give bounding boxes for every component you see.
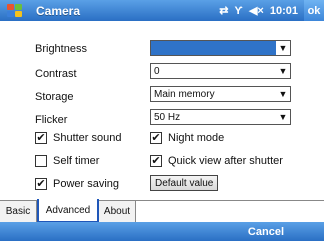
speaker-icon[interactable]: ◀× [249, 4, 264, 17]
flicker-dropdown[interactable]: 50 Hz ▼ [150, 109, 291, 125]
phone-signal-icon[interactable]: Ƴ [234, 5, 242, 17]
quick-view-option[interactable]: ✔ Quick view after shutter [150, 155, 283, 167]
tab-basic[interactable]: Basic [0, 201, 37, 222]
tab-bar: Basic Advanced About [0, 199, 324, 223]
connectivity-icon[interactable]: ⇄ [219, 4, 228, 17]
chevron-down-icon[interactable]: ▼ [276, 64, 290, 78]
self-timer-option[interactable]: Self timer [35, 155, 99, 167]
flicker-value: 50 Hz [154, 111, 181, 123]
night-mode-option[interactable]: ✔ Night mode [150, 132, 224, 144]
clock[interactable]: 10:01 [270, 5, 298, 17]
storage-dropdown[interactable]: Main memory ▼ [150, 86, 291, 102]
shutter-sound-checkbox[interactable]: ✔ [35, 132, 47, 144]
night-mode-checkbox[interactable]: ✔ [150, 132, 162, 144]
self-timer-label: Self timer [53, 155, 100, 167]
brightness-dropdown[interactable]: ▼ [150, 40, 291, 56]
power-saving-label: Power saving [53, 178, 120, 190]
flicker-label: Flicker [35, 114, 68, 126]
storage-label: Storage [35, 91, 74, 103]
quick-view-label: Quick view after shutter [168, 155, 283, 167]
chevron-down-icon[interactable]: ▼ [276, 41, 290, 55]
storage-value: Main memory [154, 88, 215, 100]
contrast-label: Contrast [35, 68, 77, 80]
default-value-button[interactable]: Default value [150, 175, 219, 191]
contrast-dropdown[interactable]: 0 ▼ [150, 63, 291, 79]
chevron-down-icon[interactable]: ▼ [276, 110, 290, 124]
softkey-bar: Cancel [0, 222, 324, 241]
system-tray: ⇄ Ƴ ◀× 10:01 ok [219, 0, 324, 21]
quick-view-checkbox[interactable]: ✔ [150, 155, 162, 167]
power-saving-checkbox[interactable]: ✔ [35, 178, 47, 190]
self-timer-checkbox[interactable] [35, 155, 47, 167]
title-bar: Camera ⇄ Ƴ ◀× 10:01 ok [0, 0, 324, 21]
start-button[interactable] [0, 0, 30, 21]
shutter-sound-label: Shutter sound [53, 132, 122, 144]
ok-button[interactable]: ok [304, 0, 324, 21]
windows-logo-icon [7, 3, 23, 18]
power-saving-option[interactable]: ✔ Power saving [35, 178, 119, 190]
night-mode-label: Night mode [168, 132, 225, 144]
tab-advanced[interactable]: Advanced [37, 199, 99, 223]
shutter-sound-option[interactable]: ✔ Shutter sound [35, 132, 122, 144]
contrast-value: 0 [154, 65, 160, 77]
tab-about[interactable]: About [99, 201, 136, 222]
chevron-down-icon[interactable]: ▼ [276, 87, 290, 101]
brightness-label: Brightness [35, 43, 87, 55]
settings-panel: Brightness ▼ Contrast 0 ▼ Storage Main m… [0, 21, 324, 200]
cancel-button[interactable]: Cancel [248, 222, 284, 241]
app-title: Camera [36, 3, 81, 18]
